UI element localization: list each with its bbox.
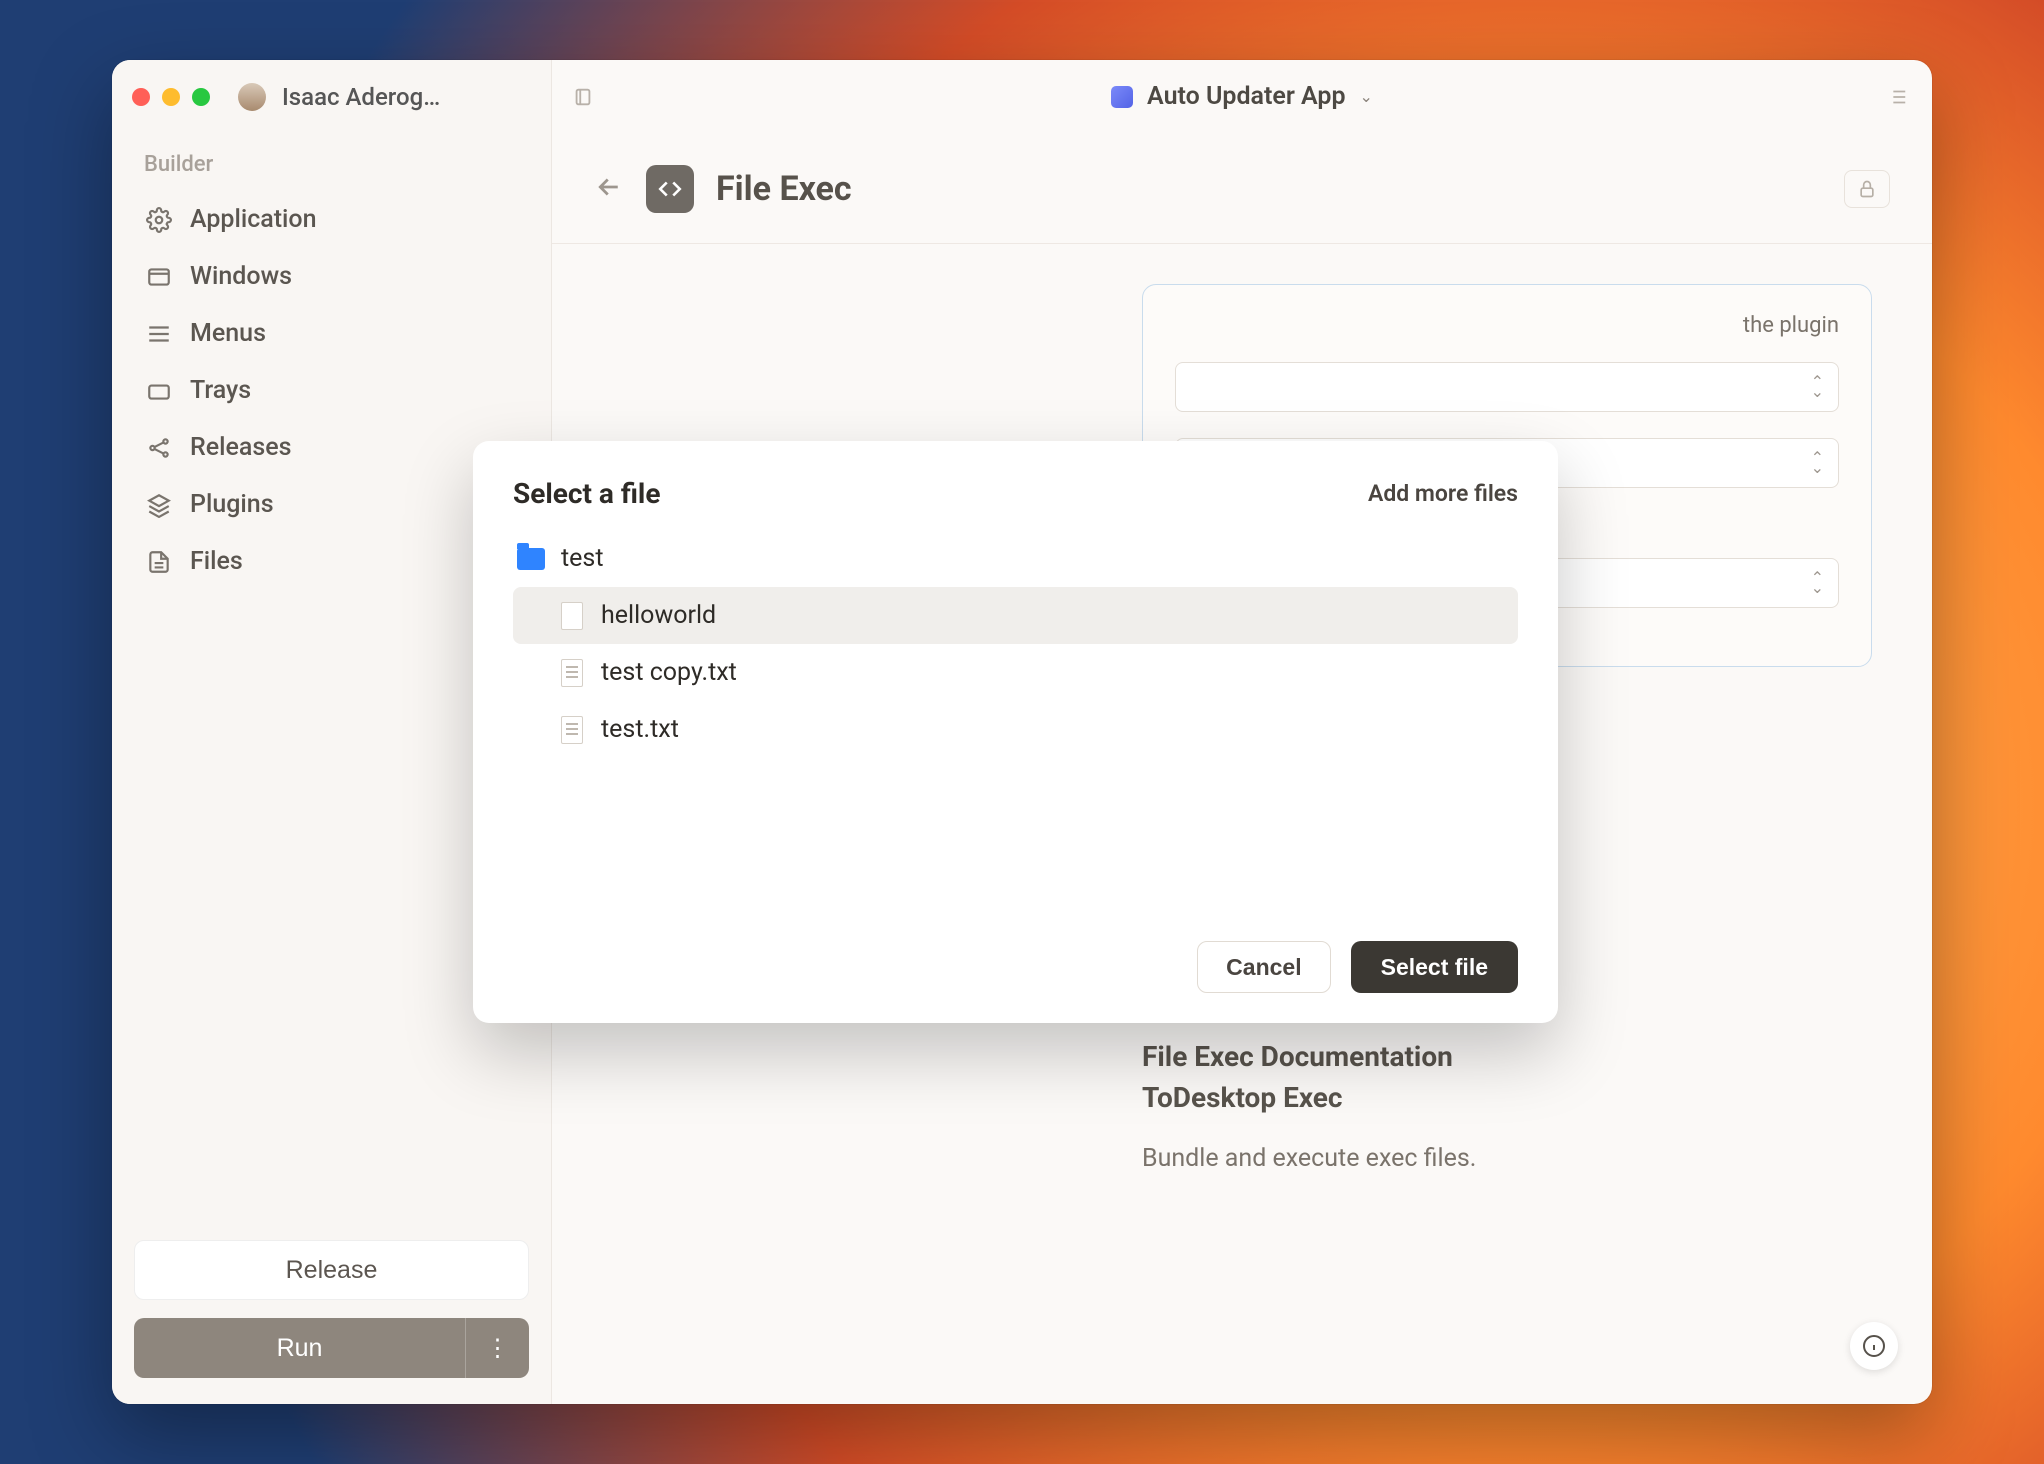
sidebar-item-plugins[interactable]: Plugins <box>136 476 527 533</box>
documentation-block: File Exec Documentation ToDesktop Exec B… <box>1142 1037 1872 1173</box>
chevron-down-icon[interactable]: ⌄ <box>1360 87 1373 106</box>
window-title-bar: Auto Updater App ⌄ <box>552 60 1932 134</box>
fullscreen-window-icon[interactable] <box>192 88 210 106</box>
sidebar-item-releases[interactable]: Releases <box>136 419 527 476</box>
tray-icon <box>146 378 172 404</box>
file-name: test.txt <box>601 715 679 744</box>
add-more-files-link[interactable]: Add more files <box>1368 480 1518 507</box>
code-icon <box>646 165 694 213</box>
page-title: File Exec <box>716 169 852 209</box>
blank-file-icon <box>561 602 583 630</box>
modal-title: Select a file <box>513 477 660 510</box>
sidebar-item-label: Application <box>190 205 317 234</box>
file-row[interactable]: helloworld <box>513 587 1518 644</box>
sidebar-item-label: Windows <box>190 262 292 291</box>
page-header: File Exec <box>552 134 1932 244</box>
folder-name: test <box>561 544 604 573</box>
run-button[interactable]: Run <box>134 1318 465 1378</box>
avatar[interactable] <box>238 83 266 111</box>
doc-title-1: File Exec Documentation <box>1142 1037 1872 1078</box>
list-toggle-icon[interactable] <box>1886 86 1908 108</box>
info-button[interactable] <box>1850 1322 1898 1370</box>
app-title-label[interactable]: Auto Updater App <box>1147 82 1346 111</box>
traffic-lights <box>132 88 210 106</box>
release-button[interactable]: Release <box>134 1240 529 1300</box>
username-label[interactable]: Isaac Aderog… <box>282 83 440 111</box>
sidebar-section-label: Builder <box>136 152 527 177</box>
sidebar-item-label: Trays <box>190 376 251 405</box>
doc-description: Bundle and execute exec files. <box>1142 1144 1872 1173</box>
config-select-1[interactable]: ⌃⌄ <box>1175 362 1839 412</box>
sidebar-item-files[interactable]: Files <box>136 533 527 590</box>
sidebar-item-trays[interactable]: Trays <box>136 362 527 419</box>
share-icon <box>146 435 172 461</box>
sidebar-item-menus[interactable]: Menus <box>136 305 527 362</box>
file-list: helloworld test copy.txt test.txt <box>513 587 1518 923</box>
window-icon <box>146 264 172 290</box>
select-file-button[interactable]: Select file <box>1351 941 1518 993</box>
lock-button[interactable] <box>1844 170 1890 208</box>
text-file-icon <box>561 659 583 687</box>
close-window-icon[interactable] <box>132 88 150 106</box>
sidebar-item-windows[interactable]: Windows <box>136 248 527 305</box>
menu-icon <box>146 321 172 347</box>
sidebar-item-label: Menus <box>190 319 266 348</box>
config-hint: the plugin <box>1175 313 1839 338</box>
folder-icon <box>517 548 545 570</box>
sidebar-item-application[interactable]: Application <box>136 191 527 248</box>
panel-toggle-icon[interactable] <box>572 83 594 111</box>
select-file-modal: Select a file Add more files test hellow… <box>473 441 1558 1023</box>
minimize-window-icon[interactable] <box>162 88 180 106</box>
file-name: helloworld <box>601 601 716 630</box>
app-icon <box>1111 86 1133 108</box>
text-file-icon <box>561 716 583 744</box>
run-menu-button[interactable]: ⋮ <box>465 1318 529 1378</box>
folder-row[interactable]: test <box>513 538 1518 587</box>
cancel-button[interactable]: Cancel <box>1197 941 1330 993</box>
sidebar-item-label: Releases <box>190 433 292 462</box>
file-icon <box>146 549 172 575</box>
file-row[interactable]: test copy.txt <box>513 644 1518 701</box>
sidebar-item-label: Files <box>190 547 243 576</box>
layers-icon <box>146 492 172 518</box>
gear-icon <box>146 207 172 233</box>
titlebar: Isaac Aderog… <box>112 60 551 134</box>
file-row[interactable]: test.txt <box>513 701 1518 758</box>
back-button[interactable] <box>594 172 624 206</box>
sidebar-item-label: Plugins <box>190 490 274 519</box>
doc-title-2: ToDesktop Exec <box>1142 1078 1872 1119</box>
file-name: test copy.txt <box>601 658 737 687</box>
